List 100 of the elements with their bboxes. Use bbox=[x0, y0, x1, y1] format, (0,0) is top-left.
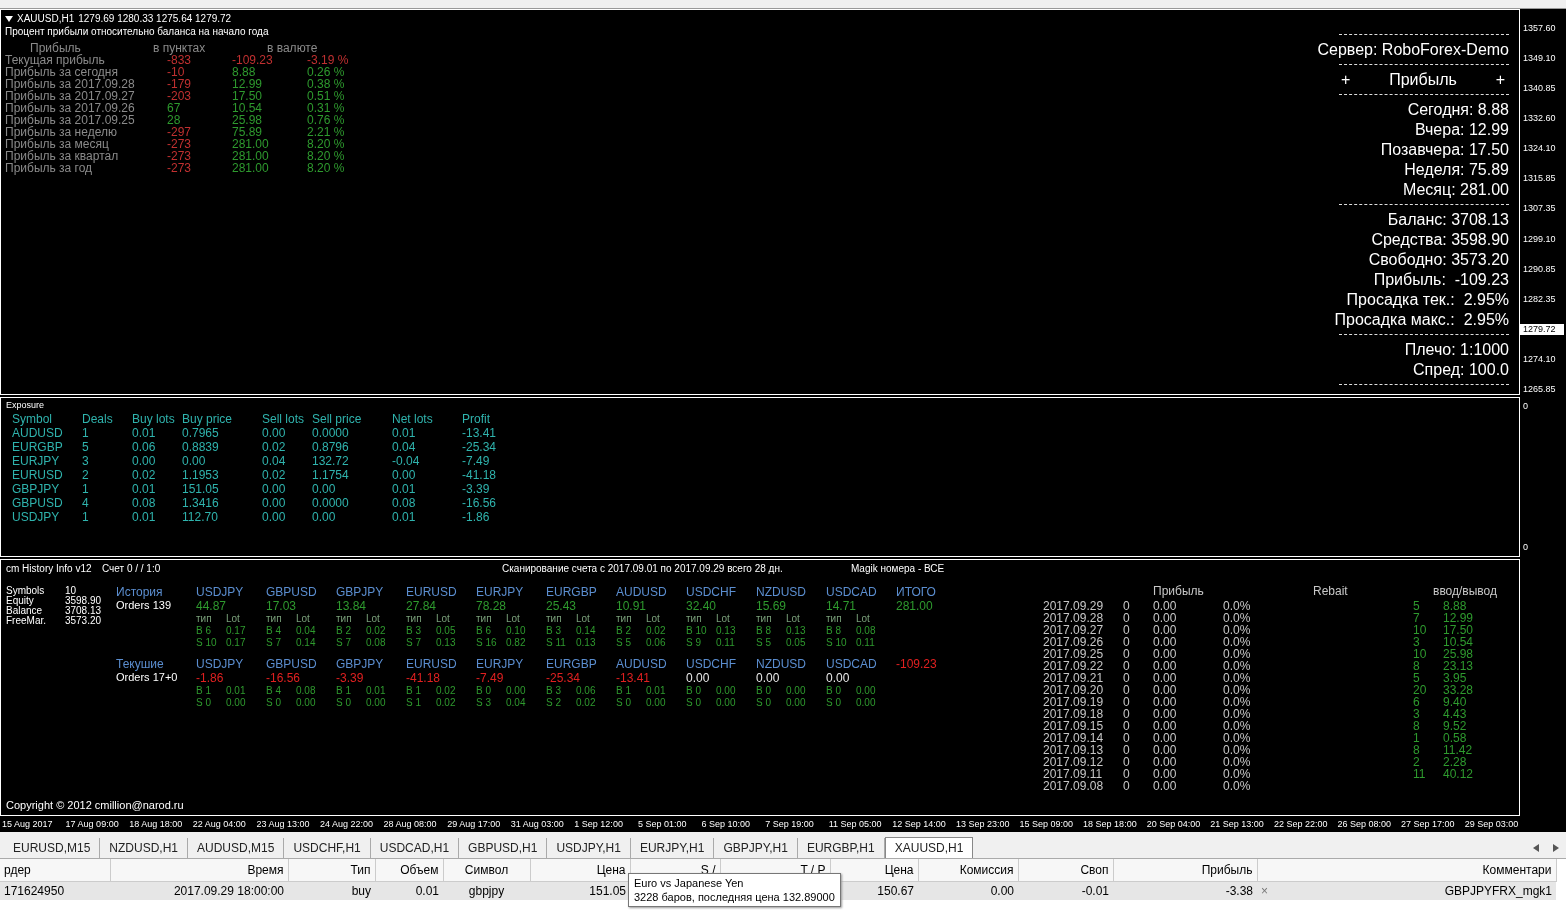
table-cell-text: EURGBP bbox=[12, 440, 64, 454]
date-cell-text: 2017.09.25 bbox=[1043, 648, 1105, 660]
time-label: 17 Aug 09:00 bbox=[64, 819, 120, 829]
table-cell-text: 0.01 bbox=[392, 482, 417, 496]
table-cell-text: 0.08 bbox=[392, 496, 417, 510]
buy-stat: 0.14 bbox=[576, 625, 596, 637]
scan-range: Сканирование счета с 2017.09.01 по 2017.09.29 всего 28 дн. bbox=[502, 563, 784, 575]
buy-stat: B 3 bbox=[546, 625, 562, 637]
table-cell-text: 151.05 bbox=[182, 482, 220, 496]
account-stat: Просадка макс.: 2.95% bbox=[1333, 310, 1509, 330]
column-header: Lot bbox=[506, 613, 520, 625]
axis-label: 0 bbox=[1522, 542, 1529, 553]
account-stat: Месяц: 281.00 bbox=[1401, 180, 1509, 200]
profit-cell-text: 0.00 bbox=[1153, 660, 1178, 672]
symbol-name: EURGBP bbox=[546, 585, 597, 599]
sell-stat: 0.04 bbox=[506, 697, 526, 709]
trades-cell-text: 0 bbox=[1123, 636, 1131, 648]
date-cell-text: 2017.09.13 bbox=[1043, 744, 1105, 756]
table-cell-text: 0.00 bbox=[392, 468, 417, 482]
percent-cell-text: 0.0% bbox=[1223, 768, 1252, 780]
column-header: Lot bbox=[226, 613, 240, 625]
symbol-profit: 27.84 bbox=[406, 599, 437, 613]
deposit-amount: 40.12 bbox=[1443, 768, 1475, 780]
table-cell: gbpjpy bbox=[468, 884, 505, 898]
percent-value: 0.26 % bbox=[307, 66, 346, 78]
trades-cell-text: 0 bbox=[1123, 684, 1131, 696]
symbol-name: GBPJPY bbox=[336, 585, 384, 599]
column-header: тип bbox=[266, 613, 283, 625]
table-cell: 0.00 bbox=[990, 884, 1014, 898]
column-header: Lot bbox=[786, 613, 800, 625]
sell-stat: 0.00 bbox=[226, 697, 246, 709]
table-cell-text: 0.00 bbox=[312, 482, 337, 496]
sell-stat: 0.00 bbox=[786, 697, 806, 709]
table-cell-text: -41.18 bbox=[462, 468, 498, 482]
buy-stat: 0.00 bbox=[786, 685, 806, 697]
sell-stat: 0.02 bbox=[576, 697, 596, 709]
percent-value: 0.76 % bbox=[307, 114, 346, 126]
row-label: Прибыль за квартал bbox=[5, 150, 120, 162]
money-value: 281.00 bbox=[232, 162, 270, 174]
sell-stat: 0.00 bbox=[716, 697, 736, 709]
panel-heading: + bbox=[1495, 70, 1505, 90]
deposit-count: 1 bbox=[1413, 732, 1421, 744]
percent-cell-text: 0.0% bbox=[1223, 696, 1252, 708]
price-label: 1265.85 bbox=[1522, 383, 1557, 395]
table-cell-text: EURJPY bbox=[12, 454, 61, 468]
table-cell-text: 0.00 bbox=[262, 426, 287, 440]
stat-value: 3708.13 bbox=[64, 606, 103, 616]
total-value: -109.23 bbox=[896, 657, 937, 671]
buy-stat: B 8 bbox=[756, 625, 772, 637]
account-stat: Просадка тек.: 2.95% bbox=[1345, 290, 1509, 310]
table-cell-text: -25.34 bbox=[462, 440, 498, 454]
percent-cell-text: 0.0% bbox=[1223, 720, 1252, 732]
deposit-amount: 9.40 bbox=[1443, 696, 1468, 708]
percent-cell-text: 0.0% bbox=[1223, 732, 1252, 744]
buy-stat: 0.01 bbox=[646, 685, 666, 697]
sell-stat: 0.05 bbox=[786, 637, 806, 649]
buy-stat: B 2 bbox=[616, 625, 632, 637]
percent-value: 8.20 % bbox=[307, 150, 346, 162]
buy-stat: 0.10 bbox=[506, 625, 526, 637]
account-label: Счет 0 / / 1:0 bbox=[102, 563, 162, 575]
sell-stat: 0.82 bbox=[506, 637, 526, 649]
date-cell-text: 2017.09.15 bbox=[1043, 720, 1105, 732]
deposit-amount: 33.28 bbox=[1443, 684, 1475, 696]
trades-cell-text: 0 bbox=[1123, 768, 1131, 780]
sell-stat: S 5 bbox=[756, 637, 772, 649]
sell-stat: S 10 bbox=[826, 637, 848, 649]
price-label: 1315.85 bbox=[1522, 173, 1557, 185]
table-cell: -0.01 bbox=[1081, 884, 1109, 898]
table-cell-text: 0.04 bbox=[392, 440, 417, 454]
deposit-amount: 4.43 bbox=[1443, 708, 1468, 720]
sell-stat: 0.08 bbox=[366, 637, 386, 649]
table-cell: 0.01 bbox=[415, 884, 439, 898]
price-label: 1282.35 bbox=[1522, 293, 1557, 305]
sell-stat: S 2 bbox=[546, 697, 562, 709]
percent-value: -3.19 % bbox=[307, 54, 350, 66]
points-value: -10 bbox=[167, 66, 186, 78]
symbol-name: USDJPY bbox=[196, 585, 244, 599]
deposit-amount: 17.50 bbox=[1443, 624, 1475, 636]
percent-cell-text: 0.0% bbox=[1223, 780, 1252, 792]
indicator-title: cm History Info v12 bbox=[6, 563, 93, 575]
table-cell-text: 4 bbox=[82, 496, 90, 510]
column-header: Lot bbox=[576, 613, 590, 625]
percent-value: 0.38 % bbox=[307, 78, 346, 90]
deposit-amount: 11.42 bbox=[1443, 744, 1474, 756]
trades-cell-text: 0 bbox=[1123, 672, 1131, 684]
trades-cell-text: 0 bbox=[1123, 780, 1131, 792]
profit-cell-text: 0.00 bbox=[1153, 648, 1178, 660]
table-cell-text: 0.01 bbox=[392, 426, 417, 440]
table-cell: 2017.09.29 18:00:00 bbox=[173, 884, 284, 898]
trades-cell-text: 0 bbox=[1123, 720, 1131, 732]
table-cell-text: 0.8796 bbox=[312, 440, 350, 454]
buy-stat: 0.00 bbox=[716, 685, 736, 697]
chart-symbol: XAUUSD,H1 bbox=[17, 12, 75, 25]
buy-stat: B 1 bbox=[336, 685, 352, 697]
sell-stat: S 0 bbox=[336, 697, 352, 709]
symbol-profit: 15.69 bbox=[756, 599, 787, 613]
trades-cell-text: 0 bbox=[1123, 732, 1131, 744]
table-cell-text: 0.7965 bbox=[182, 426, 220, 440]
date-cell-text: 2017.09.29 bbox=[1043, 600, 1105, 612]
row-label: Прибыль за неделю bbox=[5, 126, 118, 138]
